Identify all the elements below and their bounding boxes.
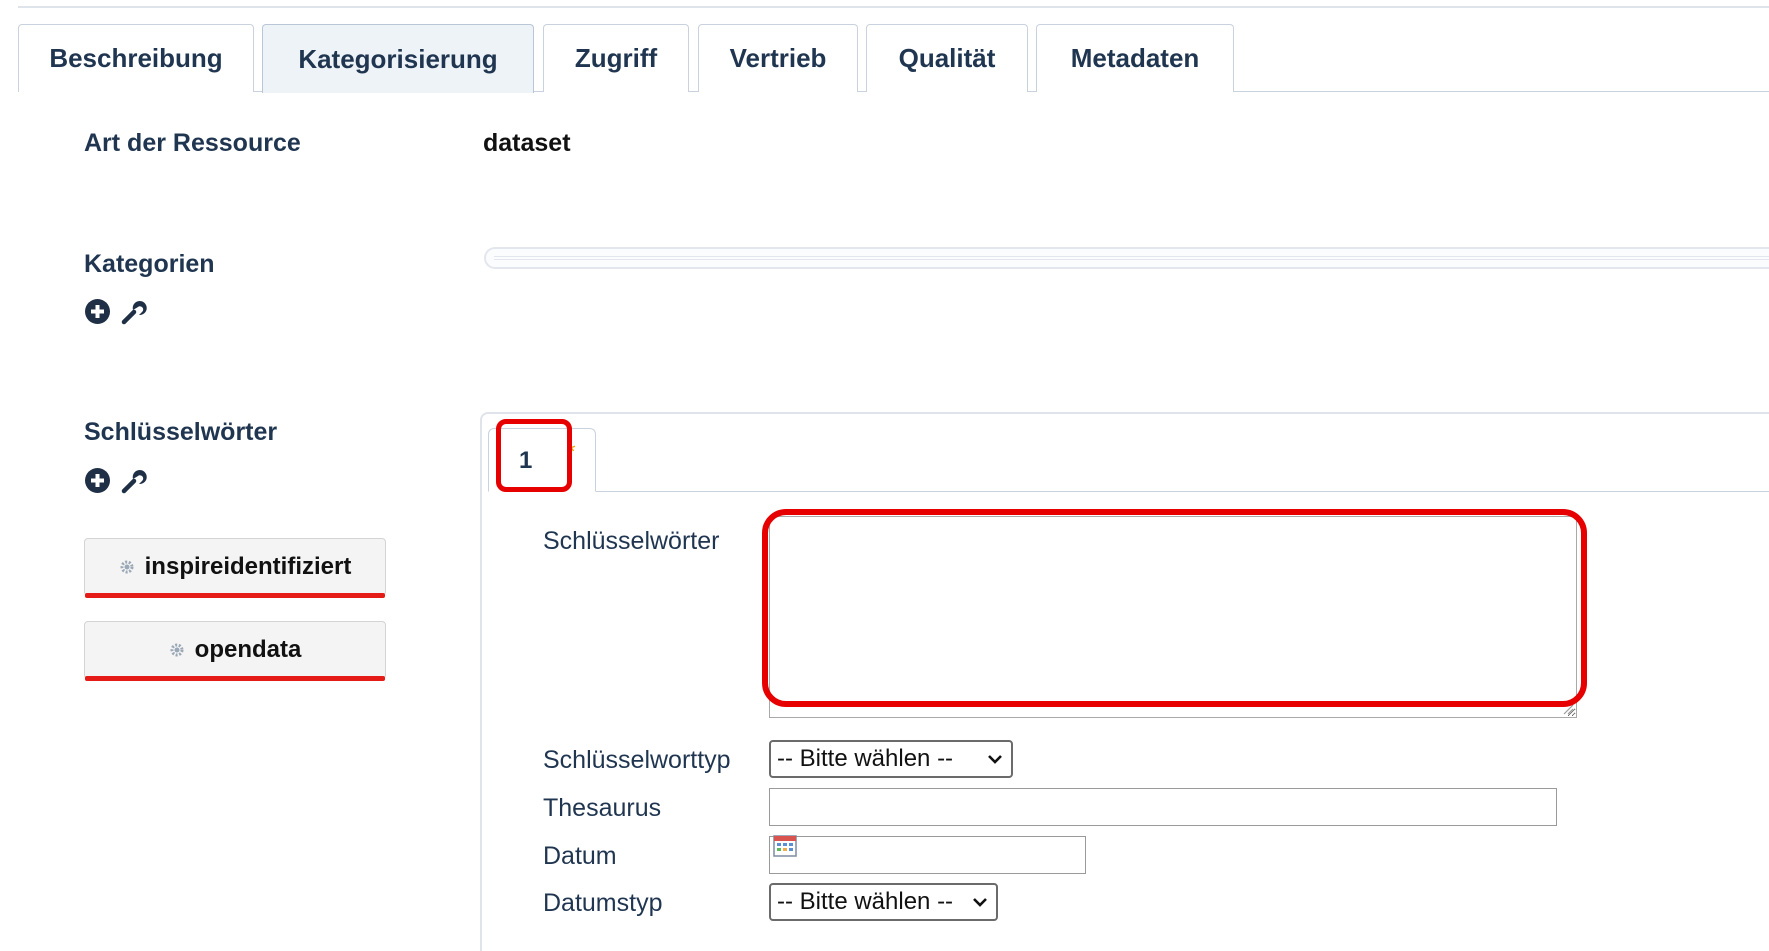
keywords-section-label: Schlüsselwörter — [84, 418, 278, 446]
resource-type-value: dataset — [483, 129, 571, 157]
thesaurus-input[interactable] — [769, 788, 1557, 826]
opendata-button[interactable]: opendata — [84, 621, 386, 681]
keywords-field-label: Schlüsselwörter — [543, 527, 720, 555]
date-type-selected: -- Bitte wählen -- — [777, 888, 954, 915]
date-type-select[interactable]: -- Bitte wählen -- — [769, 883, 998, 921]
resource-type-label: Art der Ressource — [84, 129, 301, 157]
categories-label: Kategorien — [84, 250, 215, 278]
subtab-baseline — [488, 491, 1769, 492]
gear-icon — [170, 643, 184, 657]
top-divider — [18, 6, 1769, 8]
keyword-type-label: Schlüsselworttyp — [543, 746, 731, 774]
opendata-label: opendata — [194, 636, 302, 663]
tab-kategorisierung[interactable]: Kategorisierung — [262, 24, 534, 93]
keywords-textarea[interactable] — [769, 516, 1577, 718]
add-keyword-icon[interactable] — [84, 467, 111, 494]
thesaurus-label: Thesaurus — [543, 794, 662, 822]
keywords-actions — [84, 467, 148, 494]
date-input[interactable] — [769, 836, 1086, 874]
categories-actions — [84, 298, 148, 325]
keyword-subtab-bar: 1 * — [488, 420, 1769, 492]
categories-selection-bar[interactable] — [484, 247, 1769, 269]
keyword-type-select[interactable]: -- Bitte wählen -- — [769, 740, 1013, 778]
date-type-label: Datumstyp — [543, 889, 663, 917]
highlight-underline — [85, 593, 385, 598]
required-star-icon: * — [567, 439, 576, 464]
keyword-type-selected: -- Bitte wählen -- — [777, 745, 954, 772]
subtab-number: 1 — [519, 447, 533, 474]
chevron-down-icon — [973, 898, 987, 907]
tab-metadaten[interactable]: Metadaten — [1036, 24, 1234, 92]
chevron-down-icon — [988, 755, 1002, 764]
edit-categories-wrench-icon[interactable] — [121, 298, 148, 325]
tab-vertrieb[interactable]: Vertrieb — [698, 24, 858, 92]
gear-icon — [120, 560, 134, 574]
calendar-icon[interactable] — [773, 835, 797, 857]
date-label: Datum — [543, 842, 617, 870]
keyword-subtab-1[interactable]: 1 * — [488, 428, 596, 492]
tab-zugriff[interactable]: Zugriff — [543, 24, 689, 92]
inspireidentifiziert-label: inspireidentifiziert — [144, 553, 352, 580]
highlight-underline — [85, 676, 385, 681]
resize-grip-icon[interactable] — [1562, 703, 1574, 715]
add-category-icon[interactable] — [84, 298, 111, 325]
main-tab-bar: Beschreibung Kategorisierung Zugriff Ver… — [18, 24, 1769, 93]
inspireidentifiziert-button[interactable]: inspireidentifiziert — [84, 538, 386, 598]
tab-beschreibung[interactable]: Beschreibung — [18, 24, 254, 92]
edit-keywords-wrench-icon[interactable] — [121, 467, 148, 494]
tab-qualitaet[interactable]: Qualität — [866, 24, 1028, 92]
